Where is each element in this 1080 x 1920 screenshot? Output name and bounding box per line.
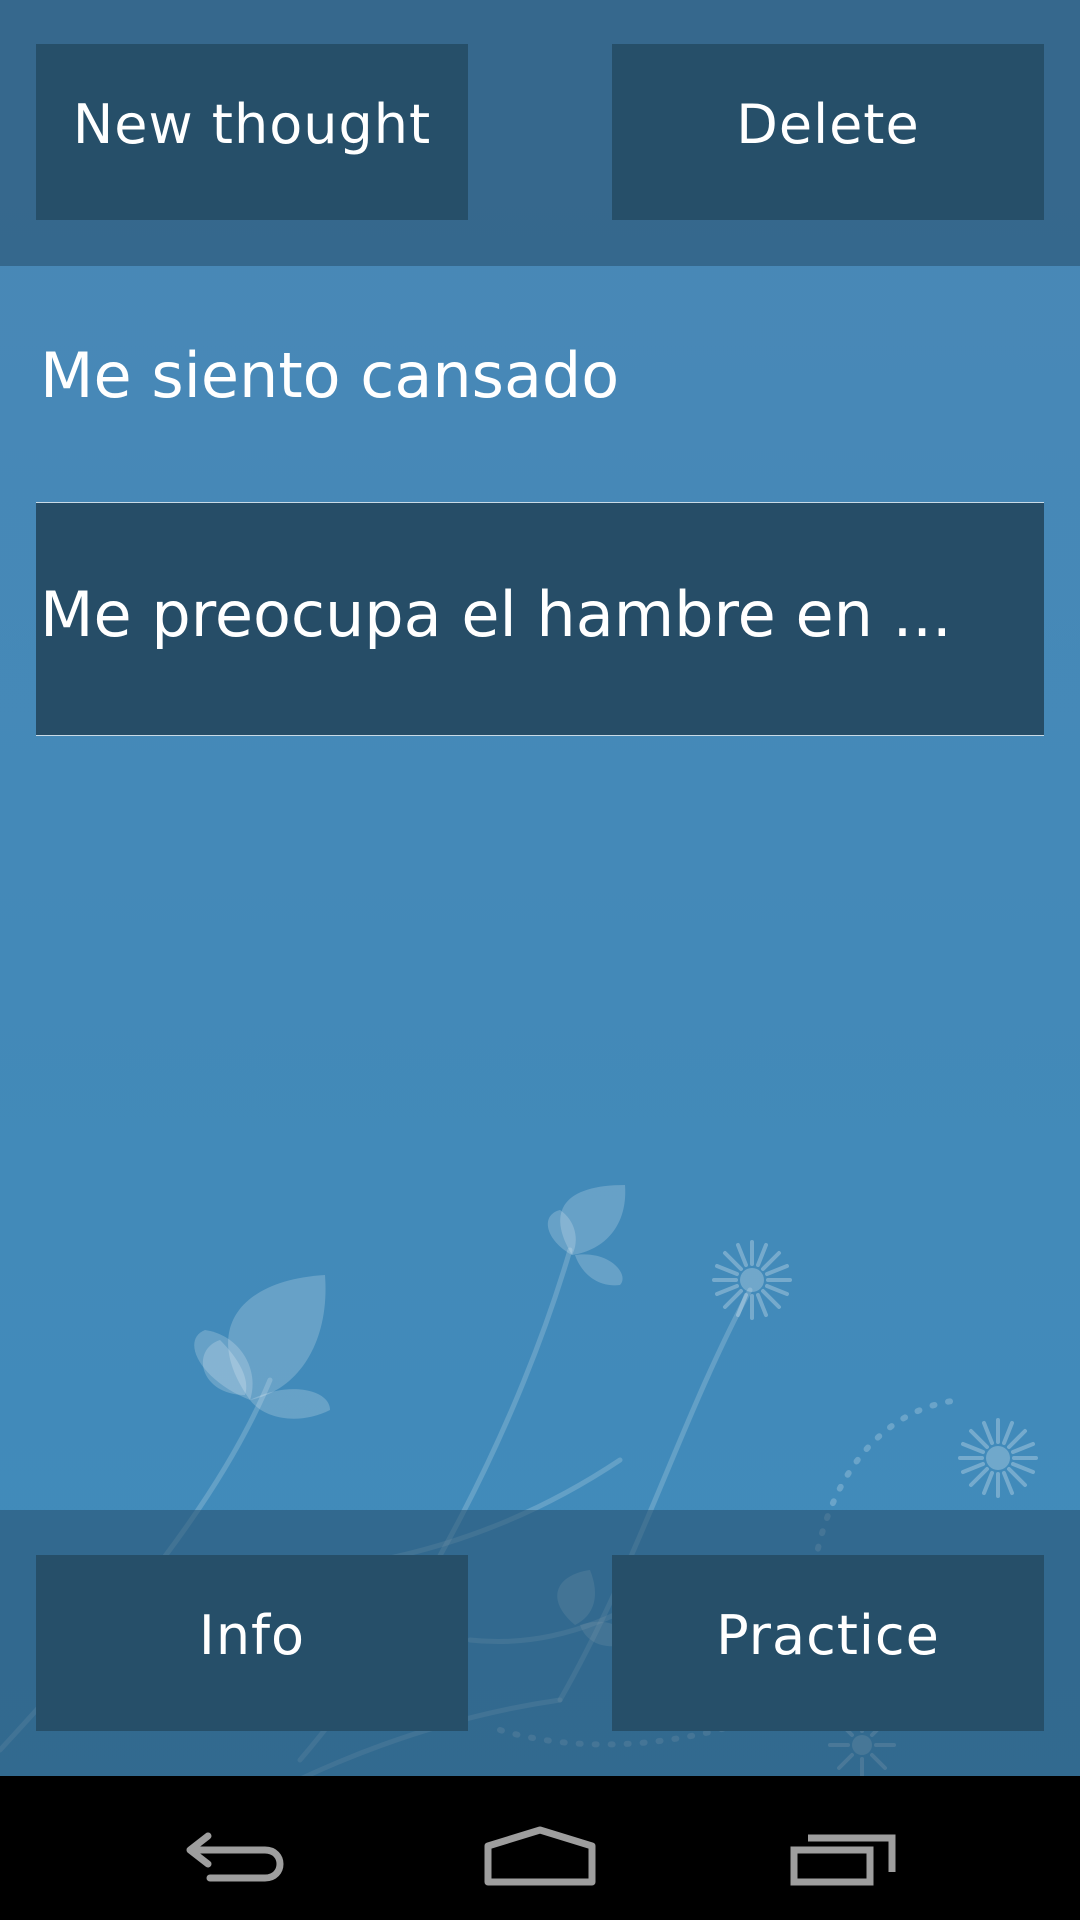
thought-list-item[interactable]: Me preocupa el hambre en ... — [36, 502, 1044, 736]
new-thought-button[interactable]: New thought — [36, 44, 468, 220]
info-button[interactable]: Info — [36, 1555, 468, 1731]
delete-button-label: Delete — [736, 92, 920, 156]
back-icon[interactable] — [170, 1798, 310, 1898]
system-navigation-bar — [0, 1776, 1080, 1920]
page-title: Me siento cansado — [40, 339, 620, 412]
home-icon[interactable] — [470, 1798, 610, 1898]
practice-button[interactable]: Practice — [612, 1555, 1044, 1731]
delete-button[interactable]: Delete — [612, 44, 1044, 220]
recent-apps-icon[interactable] — [774, 1798, 914, 1898]
info-button-label: Info — [198, 1603, 306, 1667]
top-toolbar: New thought Delete — [0, 0, 1080, 266]
new-thought-button-label: New thought — [72, 92, 432, 156]
practice-button-label: Practice — [716, 1603, 940, 1667]
thought-text: Me preocupa el hambre en ... — [40, 578, 952, 651]
